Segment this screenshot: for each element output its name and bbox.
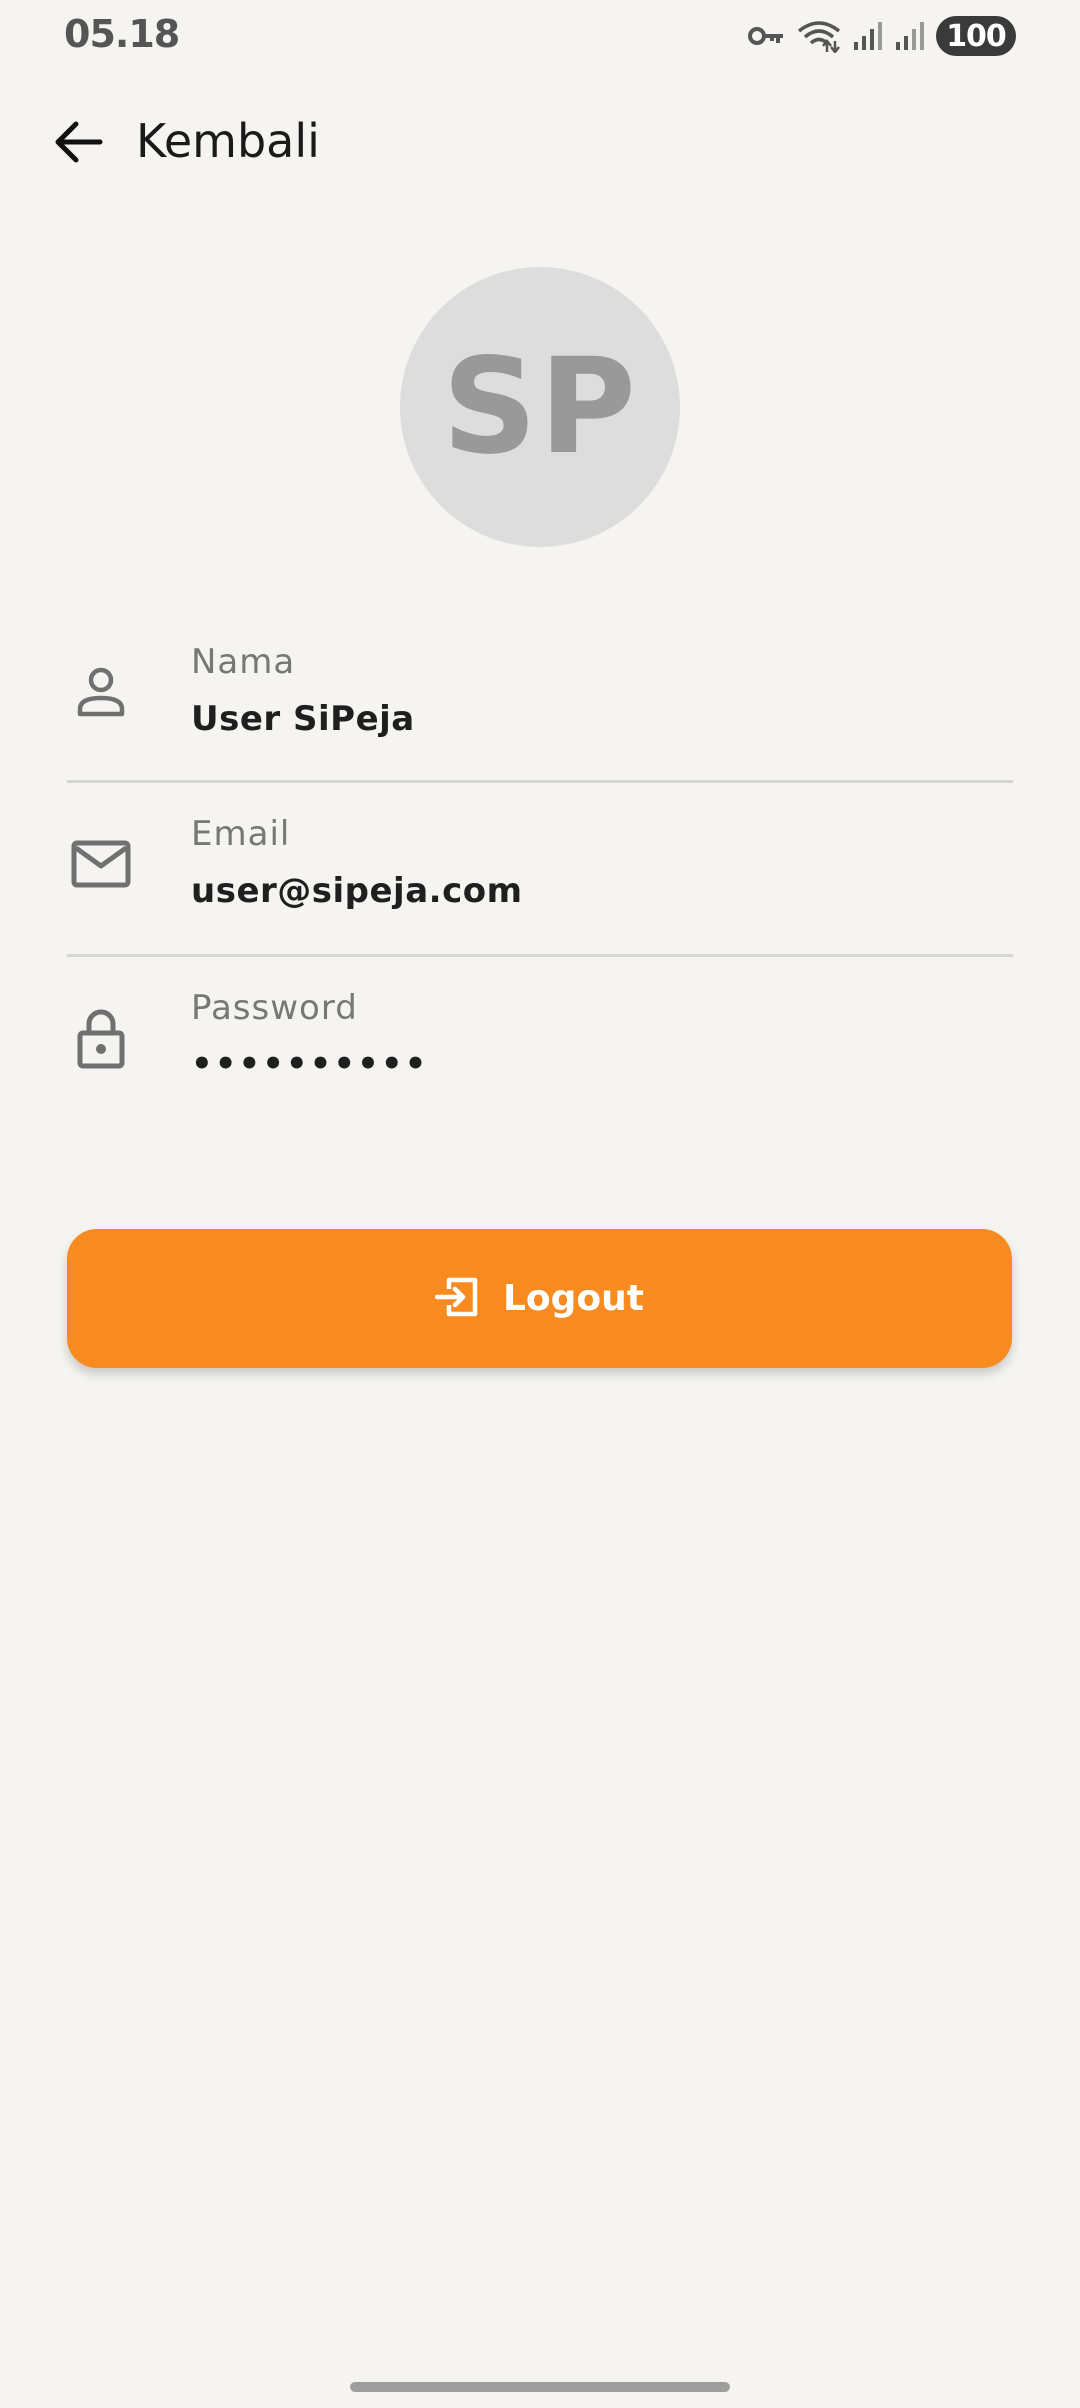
field-label: Nama [191, 642, 296, 682]
status-bar: 05.18 100 [0, 0, 1080, 72]
vpn-key-icon [748, 24, 786, 48]
field-value: User SiPeja [191, 699, 415, 739]
app-bar: Kembali [0, 100, 1080, 188]
status-icons: 100 [748, 14, 1016, 58]
arrow-left-icon [53, 120, 103, 168]
status-time: 05.18 [64, 12, 180, 56]
logout-icon [434, 1276, 479, 1322]
person-icon [67, 658, 135, 726]
page-title[interactable]: Kembali [136, 114, 320, 168]
field-label: Password [191, 988, 358, 1028]
profile-field-email: Email user@sipeja.com [67, 780, 1013, 957]
back-button[interactable] [44, 112, 112, 176]
logout-button[interactable]: Logout [67, 1229, 1012, 1368]
battery-indicator: 100 [936, 16, 1016, 56]
field-value: user@sipeja.com [191, 871, 523, 911]
signal-icon [852, 20, 884, 52]
logout-label: Logout [502, 1278, 644, 1319]
home-indicator[interactable] [350, 2382, 730, 2392]
avatar: SP [400, 267, 680, 547]
password-masked-value: •••••••••• [191, 1044, 429, 1084]
avatar-initials: SP [442, 330, 638, 484]
profile-field-name: Nama User SiPeja [67, 606, 1013, 783]
field-label: Email [191, 814, 291, 854]
lock-icon [67, 1004, 135, 1072]
mail-icon [67, 830, 135, 898]
profile-field-password: Password •••••••••• [67, 955, 1013, 1129]
wifi-icon [796, 19, 842, 53]
signal-icon [894, 20, 926, 52]
